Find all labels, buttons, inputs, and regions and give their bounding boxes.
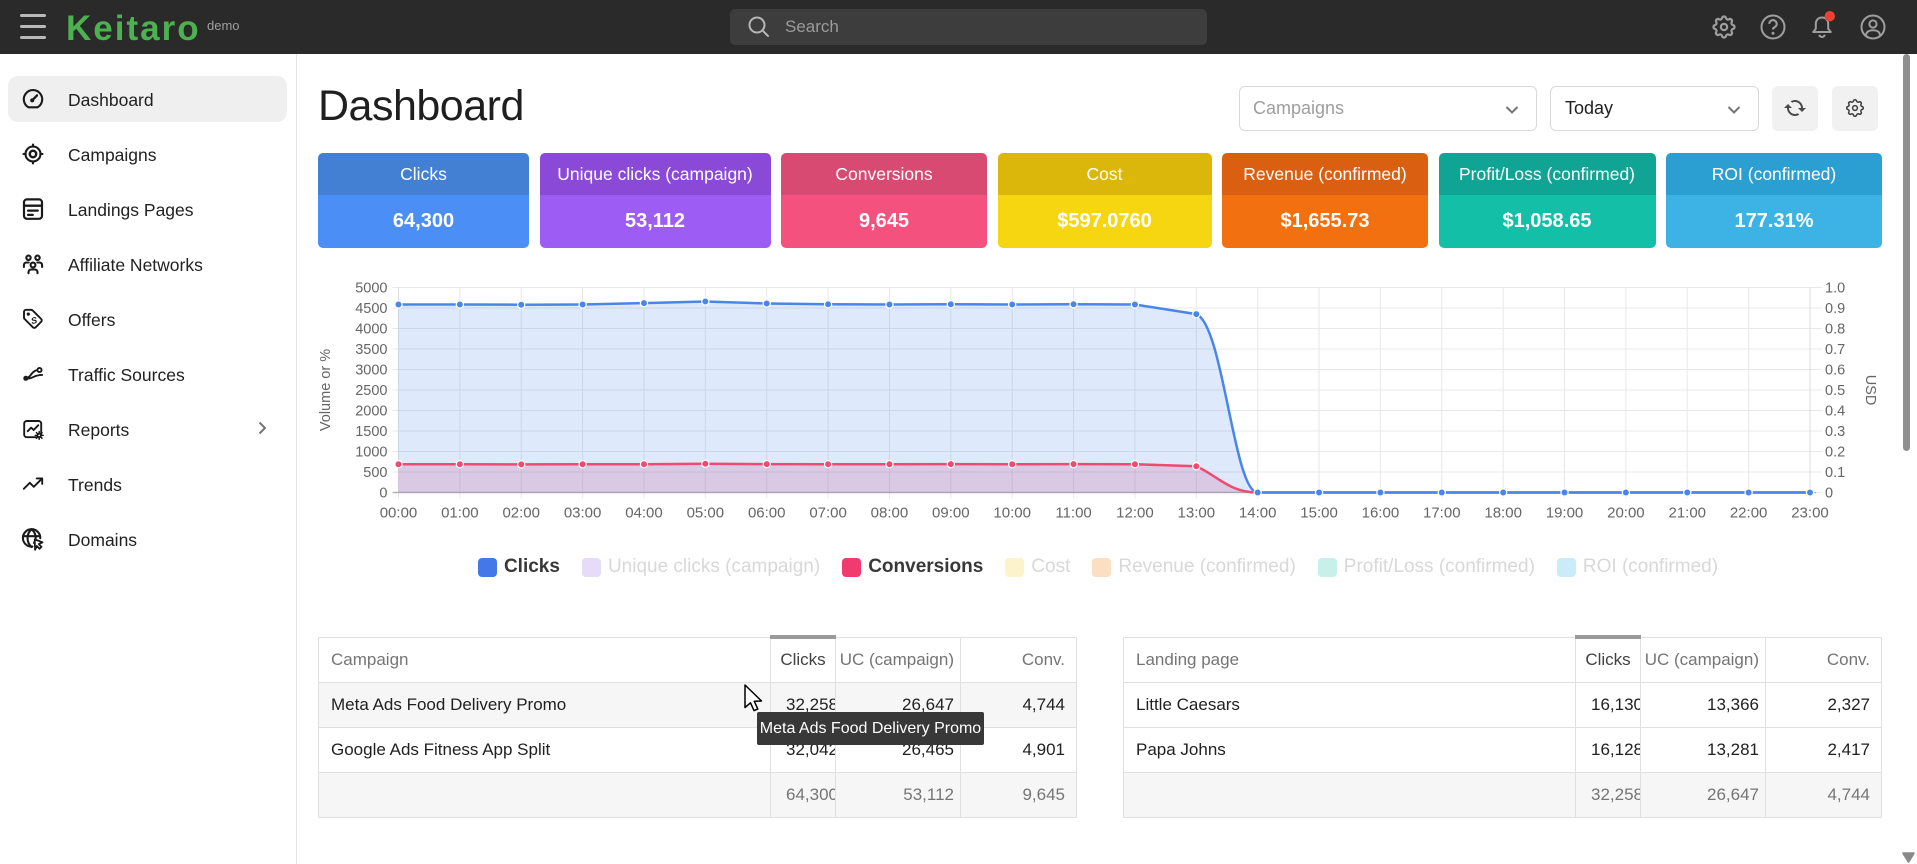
svg-text:23:00: 23:00: [1791, 505, 1829, 522]
svg-text:1500: 1500: [355, 424, 387, 440]
svg-text:10:00: 10:00: [993, 505, 1031, 522]
svg-text:1000: 1000: [355, 445, 387, 461]
svg-text:0.9: 0.9: [1825, 301, 1845, 317]
svg-text:2500: 2500: [355, 383, 387, 399]
svg-text:03:00: 03:00: [564, 505, 602, 522]
svg-text:14:00: 14:00: [1239, 505, 1277, 522]
svg-text:3500: 3500: [355, 342, 387, 358]
svg-text:500: 500: [363, 465, 387, 481]
svg-text:11:00: 11:00: [1055, 505, 1091, 522]
svg-text:0.2: 0.2: [1825, 445, 1845, 461]
svg-text:07:00: 07:00: [809, 505, 847, 522]
svg-text:09:00: 09:00: [932, 505, 970, 522]
svg-text:0.5: 0.5: [1825, 383, 1845, 399]
svg-text:0: 0: [1825, 486, 1833, 502]
svg-text:4500: 4500: [355, 301, 387, 317]
svg-text:5000: 5000: [355, 281, 387, 297]
svg-text:0.6: 0.6: [1825, 363, 1845, 379]
svg-text:17:00: 17:00: [1423, 505, 1461, 522]
svg-text:21:00: 21:00: [1668, 505, 1706, 522]
svg-text:S: S: [30, 315, 38, 326]
svg-text:USD: USD: [1862, 375, 1878, 406]
svg-text:22:00: 22:00: [1730, 505, 1768, 522]
svg-text:19:00: 19:00: [1546, 505, 1584, 522]
svg-text:02:00: 02:00: [502, 505, 540, 522]
svg-text:01:00: 01:00: [441, 505, 479, 522]
svg-text:1.0: 1.0: [1825, 281, 1845, 297]
svg-text:0.7: 0.7: [1825, 342, 1845, 358]
svg-text:06:00: 06:00: [748, 505, 786, 522]
svg-text:4000: 4000: [355, 322, 387, 338]
svg-text:04:00: 04:00: [625, 505, 663, 522]
svg-text:00:00: 00:00: [380, 505, 418, 522]
svg-text:0.1: 0.1: [1825, 465, 1845, 481]
svg-text:2000: 2000: [355, 404, 387, 420]
svg-text:18:00: 18:00: [1484, 505, 1522, 522]
svg-text:3000: 3000: [355, 363, 387, 379]
svg-text:0.8: 0.8: [1825, 322, 1845, 338]
svg-text:13:00: 13:00: [1178, 505, 1216, 522]
svg-text:05:00: 05:00: [687, 505, 725, 522]
svg-text:0: 0: [379, 486, 387, 502]
svg-text:08:00: 08:00: [871, 505, 909, 522]
svg-text:20:00: 20:00: [1607, 505, 1645, 522]
svg-text:16:00: 16:00: [1362, 505, 1400, 522]
svg-text:12:00: 12:00: [1116, 505, 1154, 522]
svg-text:0.3: 0.3: [1825, 424, 1845, 440]
svg-text:15:00: 15:00: [1300, 505, 1338, 522]
svg-text:Volume or %: Volume or %: [318, 349, 334, 431]
svg-text:0.4: 0.4: [1825, 404, 1845, 420]
